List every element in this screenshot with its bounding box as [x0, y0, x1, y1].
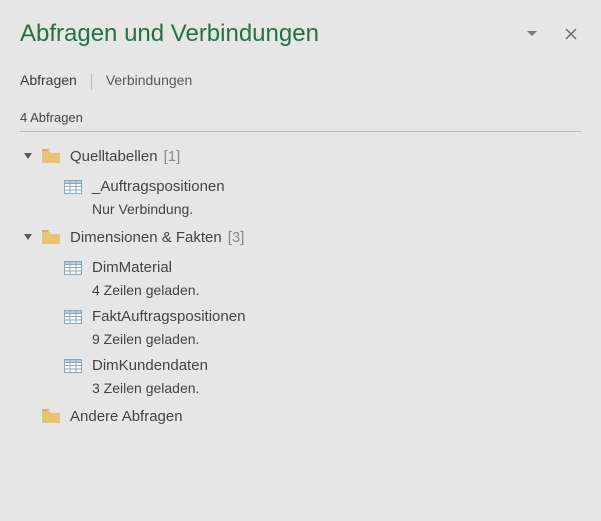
query-group: Dimensionen & Fakten [3] [20, 225, 581, 396]
query-status: 9 Zeilen geladen. [92, 331, 581, 347]
tab-divider [91, 74, 92, 90]
chevron-down-icon [20, 148, 36, 164]
query-count-line: 4 Abfragen [20, 110, 581, 132]
group-header[interactable]: Andere Abfragen [20, 404, 581, 428]
query-item-row: DimMaterial [64, 259, 581, 276]
query-group: Quelltabellen [1] _Au [20, 144, 581, 217]
query-group: Andere Abfragen [20, 404, 581, 428]
group-header[interactable]: Quelltabellen [1] [20, 144, 581, 168]
tab-connections[interactable]: Verbindungen [106, 72, 192, 92]
tab-bar: Abfragen Verbindungen [20, 72, 581, 92]
folder-icon [42, 409, 60, 423]
group-header[interactable]: Dimensionen & Fakten [3] [20, 225, 581, 249]
table-icon [64, 180, 82, 194]
query-item-row: FaktAuftragspositionen [64, 308, 581, 325]
queries-connections-pane: Abfragen und Verbindungen Abfragen Verbi… [0, 0, 601, 521]
query-status: 4 Zeilen geladen. [92, 282, 581, 298]
group-name: Andere Abfragen [70, 408, 183, 425]
pane-title: Abfragen und Verbindungen [20, 20, 527, 48]
chevron-down-icon [20, 229, 36, 245]
query-name: FaktAuftragspositionen [92, 308, 245, 325]
pane-header: Abfragen und Verbindungen [20, 10, 581, 58]
close-icon[interactable] [565, 28, 577, 40]
table-icon [64, 310, 82, 324]
query-item[interactable]: DimMaterial 4 Zeilen geladen. [20, 259, 581, 298]
group-count: [1] [164, 148, 181, 165]
pane-options-dropdown-icon[interactable] [527, 31, 537, 37]
query-item-row: DimKundendaten [64, 357, 581, 374]
query-name: DimKundendaten [92, 357, 208, 374]
query-name: DimMaterial [92, 259, 172, 276]
query-tree: Quelltabellen [1] _Au [20, 144, 581, 428]
query-status: Nur Verbindung. [92, 201, 581, 217]
query-item-row: _Auftragspositionen [64, 178, 581, 195]
folder-icon [42, 230, 60, 244]
group-count: [3] [228, 229, 245, 246]
folder-icon [42, 149, 60, 163]
group-name: Quelltabellen [70, 148, 158, 165]
query-name: _Auftragspositionen [92, 178, 225, 195]
header-icon-group [527, 28, 577, 40]
query-item[interactable]: FaktAuftragspositionen 9 Zeilen geladen. [20, 308, 581, 347]
table-icon [64, 359, 82, 373]
table-icon [64, 261, 82, 275]
tab-queries[interactable]: Abfragen [20, 72, 77, 92]
query-item[interactable]: _Auftragspositionen Nur Verbindung. [20, 178, 581, 217]
query-status: 3 Zeilen geladen. [92, 380, 581, 396]
query-item[interactable]: DimKundendaten 3 Zeilen geladen. [20, 357, 581, 396]
group-name: Dimensionen & Fakten [70, 229, 222, 246]
